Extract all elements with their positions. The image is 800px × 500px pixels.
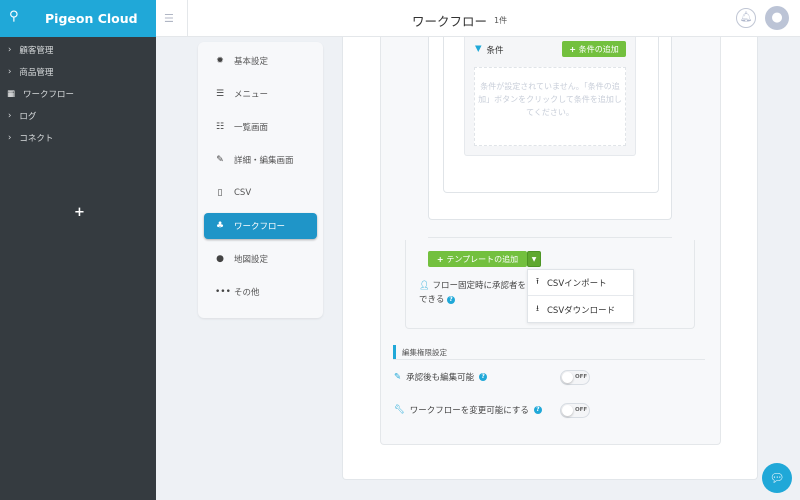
conditions-title: 条件 <box>486 46 504 56</box>
csv-import-item[interactable]: ⭱ CSVインポート <box>528 270 633 296</box>
menu-item-label: 一覧画面 <box>234 123 269 133</box>
ellipsis-icon: ••• <box>215 287 231 297</box>
workflow-changeable-label: 🔧︎ ワークフローを変更可能にする? <box>394 404 542 416</box>
search-icon[interactable]: ⚲ <box>9 9 19 24</box>
sidebar-item-products[interactable]: › 商品管理 <box>8 66 53 78</box>
button-label: テンプレートの追加 <box>446 254 519 264</box>
wrench-icon: 🔧︎ <box>394 405 405 415</box>
menu-item-workflow[interactable]: ♣ ワークフロー <box>204 213 317 239</box>
record-count: 1件 <box>494 16 508 25</box>
menu-item-label: 基本設定 <box>234 57 269 67</box>
app-logo[interactable]: Pigeon Cloud <box>45 11 138 26</box>
upload-icon: ⭱ <box>536 276 539 287</box>
sidebar-item-label: ワークフロー <box>23 90 75 100</box>
template-dropdown-toggle[interactable]: ▼ <box>527 251 541 267</box>
edit-icon: ✎ <box>216 155 224 165</box>
sidebar-item-label: 顧客管理 <box>19 46 54 56</box>
option-label: 承認後も編集可能 <box>406 373 475 383</box>
menu-item-label: ワークフロー <box>234 222 286 232</box>
download-icon: ⭳ <box>536 304 539 314</box>
button-label: 条件の追加 <box>578 44 619 54</box>
table-icon: ▦ <box>7 89 16 99</box>
add-condition-button[interactable]: + 条件の追加 <box>562 41 626 57</box>
chevron-right-icon: › <box>8 45 12 55</box>
menu-item-label: CSV <box>234 188 252 198</box>
section-accent <box>393 345 396 359</box>
option-label: ワークフローを変更可能にする <box>409 406 529 416</box>
csv-download-item[interactable]: ⭳ CSVダウンロード <box>528 297 633 323</box>
workflow-changeable-toggle[interactable]: OFF <box>560 403 590 418</box>
page-title: ワークフロー <box>412 14 488 29</box>
plus-icon: + <box>569 44 579 54</box>
menu-item-label: メニュー <box>234 90 269 100</box>
map-marker-icon: ● <box>216 254 224 264</box>
sidebar-item-log[interactable]: › ログ <box>8 110 36 122</box>
chevron-right-icon: › <box>8 133 12 143</box>
avatar[interactable]: ● <box>765 6 789 30</box>
chat-icon[interactable]: 💬︎ <box>762 463 792 493</box>
fixed-flow-label: フロー固定時に承認者を <box>432 281 527 291</box>
toggle-state: OFF <box>575 374 588 380</box>
settings-menu: ✹ 基本設定 ☰ メニュー ☷ 一覧画面 ✎ 詳細・編集画面 ▯ CSV ♣ ワークフロー … <box>198 42 323 318</box>
sidebar-item-label: ログ <box>19 112 37 122</box>
add-table-button[interactable]: + <box>74 205 85 220</box>
divider <box>393 359 705 360</box>
toggle-knob <box>562 405 573 416</box>
plus-icon: + <box>436 254 447 264</box>
menu-item-label: CSVダウンロード <box>546 306 616 316</box>
help-icon[interactable]: ? <box>533 406 542 414</box>
menu-item-basic[interactable]: ✹ 基本設定 <box>204 48 317 74</box>
menu-item-label: 詳細・編集画面 <box>234 156 294 166</box>
divider <box>187 0 188 37</box>
menu-icon: ☰ <box>215 89 225 99</box>
sidebar-item-label: 商品管理 <box>19 68 54 78</box>
sidebar: › 顧客管理 › 商品管理 ▦ ワークフロー › ログ › コネクト + <box>0 37 156 500</box>
menu-item-other[interactable]: ••• その他 <box>204 279 317 305</box>
help-icon[interactable]: ? <box>447 295 456 304</box>
filter-icon: ▼ <box>475 44 482 54</box>
brand-bar: ⚲ Pigeon Cloud <box>0 0 156 37</box>
toggle-knob <box>562 372 573 383</box>
list-icon: ☷ <box>215 122 225 132</box>
pencil-icon: ✎ <box>394 372 402 382</box>
help-icon[interactable]: ? <box>479 373 488 381</box>
menu-item-detail[interactable]: ✎ 詳細・編集画面 <box>204 147 317 173</box>
sidebar-item-customers[interactable]: › 顧客管理 <box>8 44 53 56</box>
caret-down-icon: ▼ <box>531 255 537 263</box>
menu-item-label: CSVインポート <box>546 278 607 289</box>
edit-after-approval-toggle[interactable]: OFF <box>560 370 590 385</box>
user-plus-icon: 👤︎ <box>419 281 430 291</box>
chevron-right-icon: › <box>8 111 12 121</box>
sidebar-item-workflow[interactable]: ▦ ワークフロー <box>7 88 74 100</box>
chevron-right-icon: › <box>8 67 12 77</box>
menu-item-map[interactable]: ● 地図設定 <box>204 246 317 272</box>
divider <box>428 237 672 238</box>
header: ☰ ワークフロー 1件 🔔︎ ● <box>156 0 800 37</box>
fixed-flow-label-2: できる <box>419 295 445 305</box>
menu-item-csv[interactable]: ▯ CSV <box>204 180 317 206</box>
csv-file-icon: ▯ <box>217 188 223 198</box>
section-title: 編集権限設定 <box>402 348 447 357</box>
sidebar-item-label: コネクト <box>19 134 54 144</box>
fixed-flow-option: 👤︎ フロー固定時に承認者をできる ? <box>419 279 529 307</box>
gear-icon: ✹ <box>216 56 224 66</box>
hamburger-icon[interactable]: ☰ <box>164 12 174 25</box>
conditions-label: ▼ 条件 <box>475 44 504 56</box>
edit-after-approval-label: ✎ 承認後も編集可能? <box>394 371 488 383</box>
add-template-button[interactable]: + テンプレートの追加 <box>428 251 527 267</box>
menu-item-label: その他 <box>234 288 260 298</box>
sitemap-icon: ♣ <box>215 221 225 231</box>
sidebar-item-connect[interactable]: › コネクト <box>8 132 53 144</box>
menu-item-menu[interactable]: ☰ メニュー <box>204 81 317 107</box>
menu-item-label: 地図設定 <box>234 255 269 265</box>
template-dropdown-menu: ⭱ CSVインポート ⭳ CSVダウンロード <box>527 269 634 323</box>
toggle-state: OFF <box>575 407 588 413</box>
conditions-empty-message: 条件が設定されていません。「条件の追加」ボタンをクリックして条件を追加してくださ… <box>474 67 626 146</box>
bell-icon[interactable]: 🔔︎ <box>736 8 756 28</box>
menu-item-list[interactable]: ☷ 一覧画面 <box>204 114 317 140</box>
